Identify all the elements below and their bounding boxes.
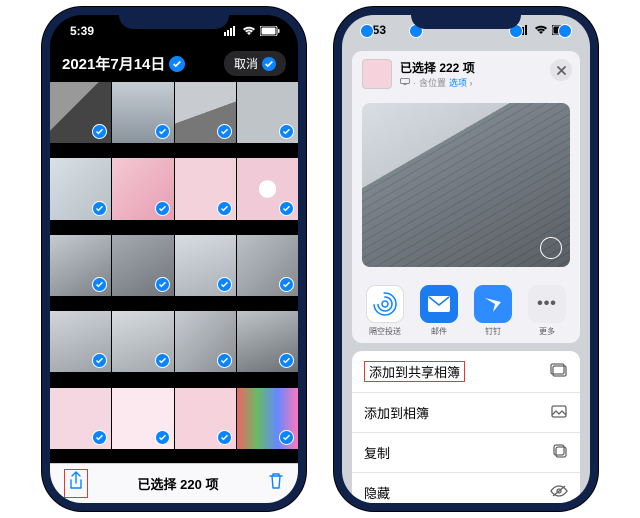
photo-thumb[interactable] (50, 388, 111, 449)
share-sheet-header: 已选择 222 项 · 含位置 选项 › (352, 51, 580, 97)
photo-thumb[interactable] (112, 388, 173, 449)
selected-check-icon (217, 124, 232, 139)
photo-thumb[interactable] (112, 158, 173, 219)
close-icon (556, 65, 567, 76)
selected-check-icon (155, 353, 170, 368)
phone-left: 5:39 2021年7月14日 取消 (42, 7, 306, 511)
status-time: 5:39 (70, 24, 94, 38)
selected-check-icon (92, 353, 107, 368)
selected-check-icon (217, 430, 232, 445)
selected-check-icon (155, 430, 170, 445)
selected-check-icon (279, 353, 294, 368)
selected-check-icon (279, 124, 294, 139)
selected-check-icon (92, 124, 107, 139)
photo-thumb[interactable] (237, 235, 298, 296)
action-list: 添加到共享相簿 添加到相簿 复制 隐藏 (352, 351, 580, 503)
close-button[interactable] (550, 59, 572, 81)
photo-thumb[interactable] (237, 158, 298, 219)
action-add-album[interactable]: 添加到相簿 (352, 393, 580, 433)
copy-icon (552, 443, 568, 462)
battery-icon (260, 26, 280, 36)
selected-check-icon (217, 353, 232, 368)
photo-thumb[interactable] (175, 82, 236, 143)
action-hide[interactable]: 隐藏 (352, 473, 580, 503)
photo-thumb[interactable] (112, 235, 173, 296)
selected-check-icon (217, 277, 232, 292)
selected-check-icon (279, 430, 294, 445)
date-title: 2021年7月14日 (62, 53, 185, 74)
preview-area (352, 97, 580, 277)
shared-album-icon (550, 363, 568, 380)
mail-icon (420, 285, 458, 323)
airplay-icon (400, 78, 410, 88)
selected-check-icon (92, 277, 107, 292)
notch (119, 7, 229, 29)
sheet-subtitle: · 含位置 选项 › (400, 76, 475, 89)
bottom-toolbar: 已选择 220 项 (50, 463, 298, 503)
dingtalk-icon (474, 285, 512, 323)
action-add-shared-album[interactable]: 添加到共享相簿 (352, 351, 580, 393)
check-icon (169, 56, 185, 72)
notch (411, 7, 521, 29)
photo-grid[interactable] (50, 82, 298, 463)
phone-right: 1:53 已选择 222 项 · 含位置 选项 › (334, 7, 598, 511)
photo-thumb[interactable] (50, 311, 111, 372)
sheet-thumbnail (362, 59, 392, 89)
photo-preview[interactable] (362, 103, 570, 267)
selected-check-icon (92, 430, 107, 445)
photo-thumb[interactable] (237, 82, 298, 143)
live-photo-icon (540, 237, 562, 259)
eye-slash-icon (550, 484, 568, 501)
photo-thumb[interactable] (50, 235, 111, 296)
photo-thumb[interactable] (50, 158, 111, 219)
trash-button[interactable] (268, 472, 284, 495)
photo-thumb[interactable] (175, 158, 236, 219)
selection-count: 已选择 220 项 (138, 474, 219, 493)
selected-check-icon (155, 201, 170, 216)
share-button[interactable] (64, 469, 88, 498)
status-icons (224, 26, 280, 36)
photo-thumb[interactable] (112, 82, 173, 143)
selected-check-icon (155, 277, 170, 292)
sheet-title: 已选择 222 项 (400, 59, 475, 76)
share-app-more[interactable]: ••• 更多 (523, 285, 571, 337)
photo-thumb[interactable] (237, 388, 298, 449)
photo-thumb[interactable] (237, 311, 298, 372)
selected-check-icon (155, 124, 170, 139)
airdrop-icon (366, 285, 404, 323)
photo-thumb[interactable] (175, 311, 236, 372)
share-apps-row: 隔空投送 邮件 钉钉 ••• 更多 (352, 277, 580, 343)
album-icon (550, 404, 568, 421)
screen-left: 5:39 2021年7月14日 取消 (50, 15, 298, 503)
more-icon: ••• (528, 285, 566, 323)
highlighted-label: 添加到共享相簿 (364, 361, 465, 382)
action-copy[interactable]: 复制 (352, 433, 580, 473)
photo-thumb[interactable] (175, 235, 236, 296)
selected-check-icon (279, 201, 294, 216)
photo-thumb[interactable] (50, 82, 111, 143)
wifi-icon (242, 26, 256, 36)
photo-thumb[interactable] (175, 388, 236, 449)
check-icon (262, 57, 276, 71)
share-app-dingtalk[interactable]: 钉钉 (469, 285, 517, 337)
selected-check-icon (92, 201, 107, 216)
share-app-mail[interactable]: 邮件 (415, 285, 463, 337)
signal-icon (224, 26, 238, 36)
share-icon (68, 478, 84, 495)
options-link[interactable]: 选项 › (449, 76, 473, 89)
cancel-button[interactable]: 取消 (224, 51, 286, 76)
photos-header: 2021年7月14日 取消 (50, 47, 298, 82)
screen-right: 1:53 已选择 222 项 · 含位置 选项 › (342, 15, 590, 503)
photo-thumb[interactable] (112, 311, 173, 372)
selected-check-icon (217, 201, 232, 216)
selected-check-icon (279, 277, 294, 292)
share-app-airdrop[interactable]: 隔空投送 (361, 285, 409, 337)
